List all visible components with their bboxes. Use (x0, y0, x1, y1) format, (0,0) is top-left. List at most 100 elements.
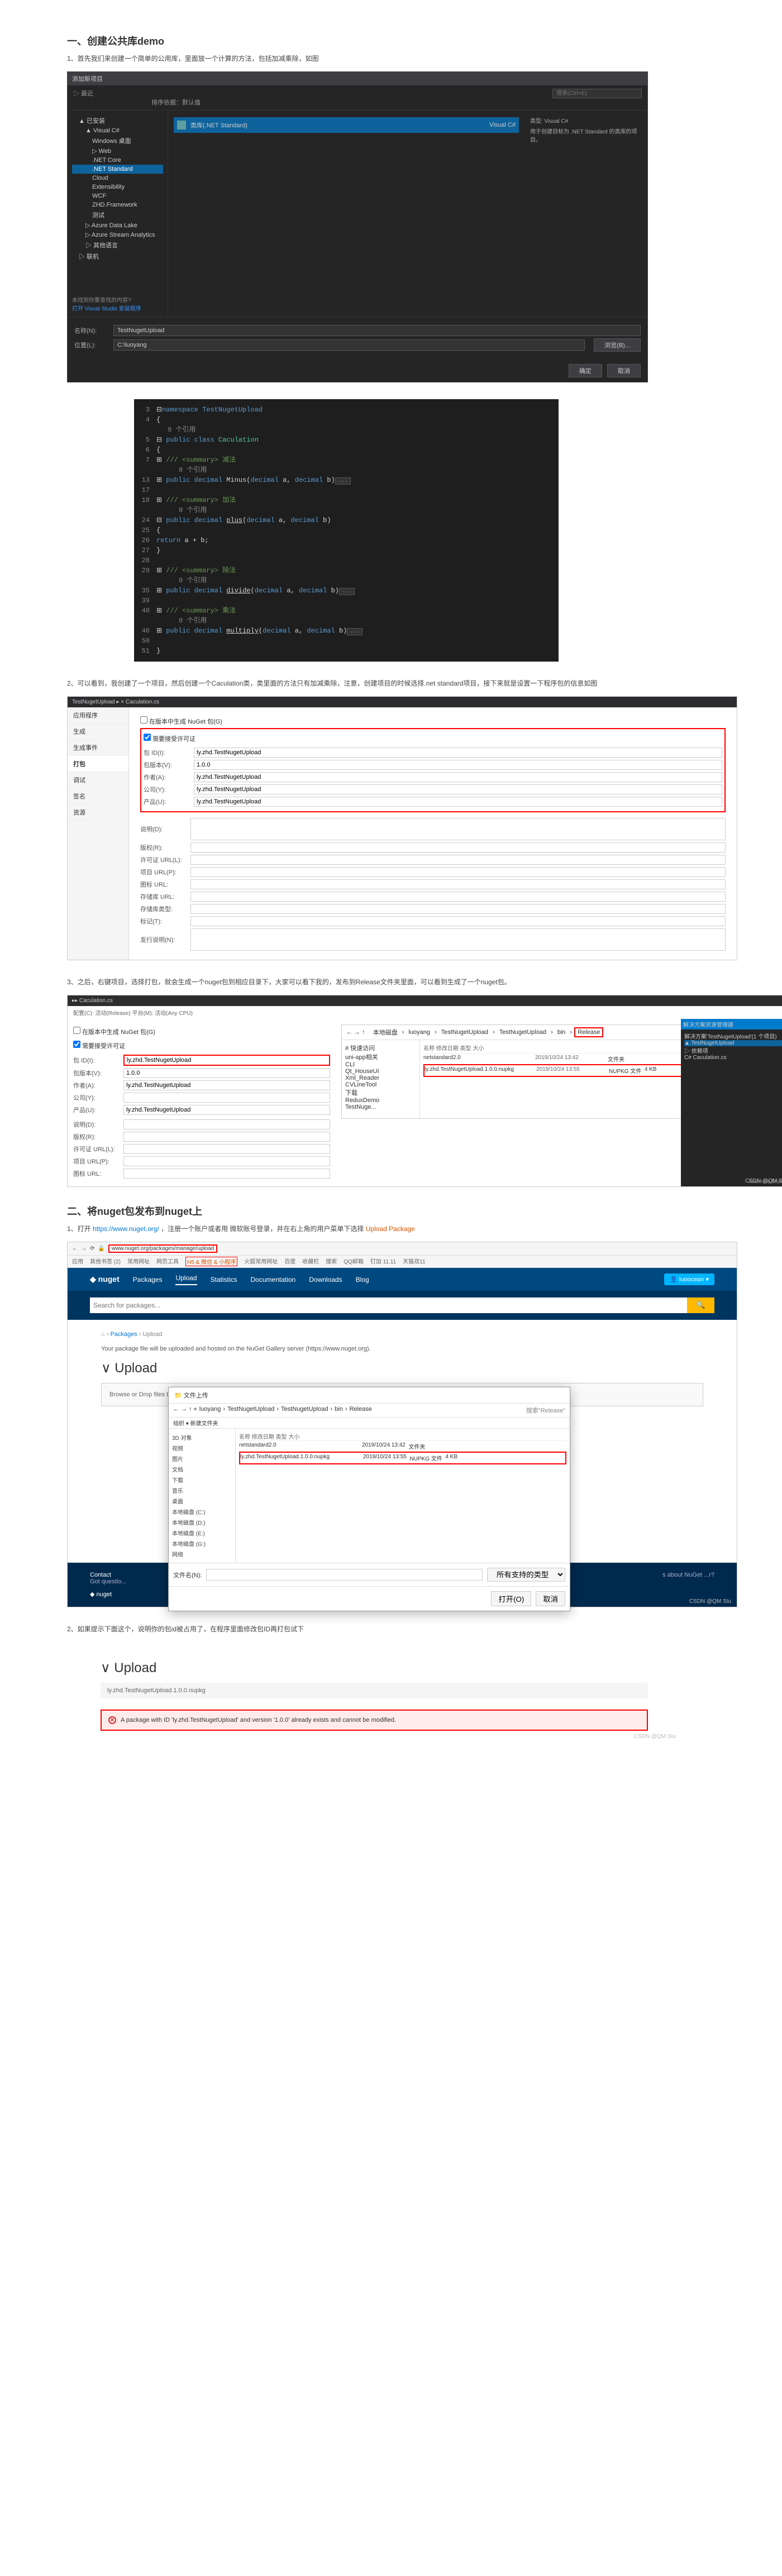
template-item[interactable]: 类库(.NET Standard) Visual C# (174, 117, 519, 133)
iconurl-input[interactable] (190, 879, 726, 889)
ok-button[interactable]: 确定 (569, 364, 602, 377)
pkg-company-input[interactable] (194, 784, 722, 794)
nav-blog[interactable]: Blog (356, 1276, 369, 1284)
tree-item[interactable]: ▷ Azure Stream Analytics (72, 230, 163, 240)
cancel-button[interactable]: 取消 (536, 1591, 565, 1606)
tree-item[interactable]: Extensibility (72, 183, 163, 191)
nuget-header: ◆ nuget Packages Upload Statistics Docum… (68, 1268, 737, 1291)
pkg-ver-input[interactable] (194, 760, 722, 770)
copyright-input[interactable] (190, 842, 726, 853)
back-icon[interactable]: ← (72, 1246, 78, 1252)
search-input[interactable] (90, 1297, 687, 1313)
dialog-address[interactable]: ← → ↑ « luoyang › TestNugetUpload › Test… (169, 1404, 570, 1418)
step-2-1: 1、打开 https://www.nuget.org/ ，注册一个账户或者用 微… (67, 1224, 715, 1233)
tree-item[interactable]: ▷ Azure Data Lake (72, 221, 163, 230)
nuget-logo[interactable]: ◆ nuget (90, 1275, 120, 1284)
search-input[interactable] (552, 89, 642, 98)
dialog-file-list[interactable]: 名称 修改日期 类型 大小 netstandard2.02019/10/24 1… (236, 1429, 570, 1563)
sidebar-item[interactable]: 调试 (68, 772, 128, 788)
forward-icon[interactable]: → (81, 1246, 87, 1252)
tree-item[interactable]: Windows 桌面 (72, 135, 163, 146)
user-menu[interactable]: 👤 luoocean ▾ (664, 1273, 714, 1285)
projurl-input[interactable] (190, 867, 726, 877)
browse-button[interactable]: 浏览(B)... (594, 338, 641, 352)
search-bar: 🔍 (68, 1291, 737, 1320)
crumb-packages[interactable]: Packages (110, 1331, 137, 1338)
cancel-button[interactable]: 取消 (607, 364, 641, 377)
pkg-author-input[interactable] (123, 1080, 330, 1090)
desc-input[interactable] (190, 818, 726, 840)
explorer-tree[interactable]: # 快速访问 uni-app相关 CLI Qt_HouseUI Xml_Read… (342, 1040, 420, 1118)
sidebar-item[interactable]: 签名 (68, 788, 128, 805)
tree-item[interactable]: ▷ 其他语言 (72, 240, 163, 251)
pkg-ver-input[interactable] (123, 1068, 330, 1078)
dialog-sidebar[interactable]: 3D 对象 视频 图片 文档 下载 音乐 桌面 本地磁盘 (C:) 本地磁盘 (… (169, 1429, 236, 1563)
nav-upload[interactable]: Upload (175, 1274, 197, 1285)
tree-item[interactable]: ▷ Web (72, 146, 163, 156)
tree-item-selected[interactable]: .NET Standard (72, 165, 163, 174)
name-input[interactable] (113, 325, 641, 336)
project-tree[interactable]: ▲ 已安装 ▲ Visual C# Windows 桌面 ▷ Web .NET … (68, 111, 168, 317)
licurl-input[interactable] (123, 1144, 330, 1154)
release-folder[interactable]: Release (574, 1027, 603, 1037)
tree-item[interactable]: ▷ 联机 (72, 251, 163, 262)
notes-input[interactable] (190, 928, 726, 951)
pkg-product-input[interactable] (123, 1105, 330, 1115)
sidebar-item[interactable]: 生成事件 (68, 740, 128, 756)
reload-icon[interactable]: ⟳ (90, 1246, 94, 1252)
gen-nuget-checkbox[interactable] (73, 1027, 80, 1034)
upload-heading: ∨ Upload (101, 1660, 648, 1676)
pkg-id-input[interactable] (123, 1055, 330, 1066)
desc-input[interactable] (123, 1119, 330, 1129)
step-1-3: 3、之后，右键项目，选择打包，就会生成一个nuget包到相应目录下，大家可以看下… (67, 977, 715, 987)
iconurl-input[interactable] (123, 1169, 330, 1179)
pkg-company-input[interactable] (123, 1093, 330, 1103)
tree-item[interactable]: ▲ Visual C# (72, 126, 163, 135)
sidebar-item[interactable]: 应用程序 (68, 707, 128, 724)
open-installer-link[interactable]: 打开 Visual Studio 安装程序 (72, 304, 163, 312)
license-checkbox[interactable] (144, 734, 151, 741)
copyright-input[interactable] (123, 1132, 330, 1142)
license-checkbox[interactable] (73, 1041, 80, 1048)
filter-select[interactable]: 所有支持的类型 (487, 1568, 565, 1582)
tree-item[interactable]: ZHD.Framework (72, 200, 163, 209)
tree-item[interactable]: WCF (72, 191, 163, 200)
nuget-link[interactable]: https://www.nuget.org/ (93, 1225, 159, 1233)
watermark: CSDN @QM Stu (634, 1734, 676, 1740)
code-editor: 3⊟namespace TestNugetUpload 4 { 0 个引用 5⊟… (134, 399, 559, 662)
sidebar-item[interactable]: 生成 (68, 724, 128, 740)
installed-node[interactable]: ▲ 已安装 (72, 115, 163, 126)
url-input[interactable]: www.nuget.org/packages/manage/upload (108, 1244, 217, 1253)
pkg-author-input[interactable] (194, 772, 722, 782)
template-name: 类库(.NET Standard) (190, 121, 247, 130)
template-list: 类库(.NET Standard) Visual C# (168, 111, 524, 317)
gen-nuget-checkbox[interactable] (140, 716, 147, 724)
search-button[interactable]: 🔍 (687, 1297, 714, 1313)
tree-item[interactable]: 测试 (72, 209, 163, 221)
solution-explorer[interactable]: 解决方案资源管理器 解决方案'TestNugetUpload'(1 个项目) ▲… (681, 1019, 782, 1186)
vs-new-project-dialog: 添加新项目 ▷ 最近 排序依据：默认值 ▲ 已安装 ▲ Visual C# Wi… (67, 71, 648, 382)
pkg-id-input[interactable] (194, 748, 722, 758)
open-button[interactable]: 打开(O) (491, 1591, 531, 1606)
recent-node[interactable]: ▷ 最近 (73, 90, 93, 97)
location-input[interactable] (113, 339, 585, 351)
sidebar-item-package[interactable]: 打包 (68, 756, 128, 772)
editor-tabs: ▸▸ Caculation.cs (68, 995, 782, 1006)
selected-nupkg[interactable]: ly.zhd.TestNugetUpload.1.0.0.nupkg2019/1… (239, 1452, 566, 1464)
repourl-input[interactable] (190, 892, 726, 902)
sidebar-item[interactable]: 资源 (68, 805, 128, 821)
file-open-dialog: 📁 文件上传 ← → ↑ « luoyang › TestNugetUpload… (168, 1387, 570, 1611)
licurl-input[interactable] (190, 855, 726, 865)
tree-item[interactable]: .NET Core (72, 156, 163, 165)
tree-item[interactable]: Cloud (72, 174, 163, 183)
nav-downloads[interactable]: Downloads (309, 1276, 342, 1284)
repotype-input[interactable] (190, 904, 726, 914)
filename-input[interactable] (206, 1569, 483, 1581)
projurl-input[interactable] (123, 1156, 330, 1166)
nav-docs[interactable]: Documentation (251, 1276, 296, 1284)
pkg-product-input[interactable] (194, 797, 722, 807)
tags-input[interactable] (190, 916, 726, 926)
nav-stats[interactable]: Statistics (211, 1276, 237, 1284)
watermark: CSDN @QM Stu (745, 1178, 782, 1184)
nav-packages[interactable]: Packages (133, 1276, 163, 1284)
